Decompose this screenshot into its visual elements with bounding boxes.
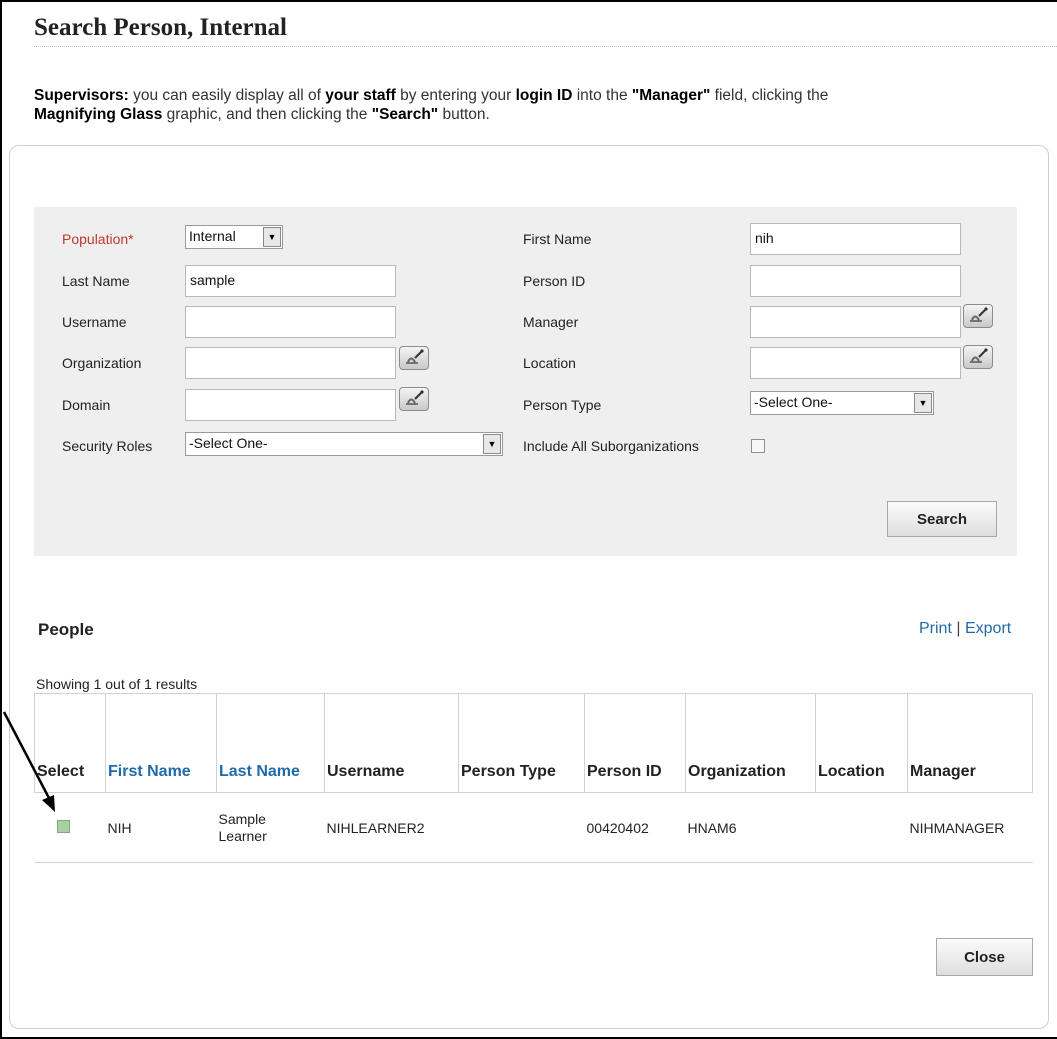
annotation-arrow	[2, 711, 55, 812]
